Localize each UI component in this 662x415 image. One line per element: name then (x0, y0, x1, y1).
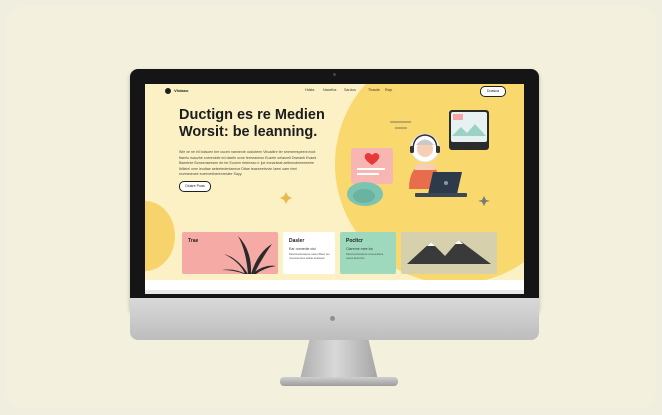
card-title: Dasler (289, 238, 305, 244)
page-footer-line (145, 290, 524, 294)
card-white[interactable]: Dasler Ear onmeriie cisi Daeniuuelsvaeeo… (283, 232, 335, 274)
monitor-stand (300, 340, 378, 380)
card-mint[interactable]: Pocltcr Clareme mee lcs Daeniuuelsvaeeoe… (340, 232, 396, 274)
webcam (333, 73, 336, 76)
plant-icon (222, 236, 276, 274)
heart-icon (351, 148, 393, 184)
mountain-icon (407, 240, 491, 264)
card-title: Trae (188, 238, 199, 244)
image-icon (449, 110, 489, 150)
card-subtitle: Ear onmeriie cisi (289, 247, 316, 251)
card-text: Daeniuuelsvaeeoe eaeeu Baeu ree roveuoee… (289, 253, 330, 260)
hero-illustration (280, 110, 490, 206)
website-screen: Vhdaso Hdsta Nacetha Sarclus Thasde Rwp … (145, 84, 524, 294)
card-title: Pocltcr (346, 238, 363, 244)
scene: Vhdaso Hdsta Nacetha Sarclus Thasde Rwp … (0, 0, 662, 415)
card-text: Daeniuuelsvaeeoe eoeeuelaeoa oeeeo Eueut… (346, 253, 384, 260)
card-pink[interactable]: Trae (182, 232, 278, 274)
card-subtitle: Clareme mee lcs (346, 247, 373, 251)
card-olive[interactable] (401, 232, 497, 274)
monitor-logo (330, 316, 335, 321)
monitor: Vhdaso Hdsta Nacetha Sarclus Thasde Rwp … (130, 69, 539, 314)
monitor-base (280, 377, 398, 386)
